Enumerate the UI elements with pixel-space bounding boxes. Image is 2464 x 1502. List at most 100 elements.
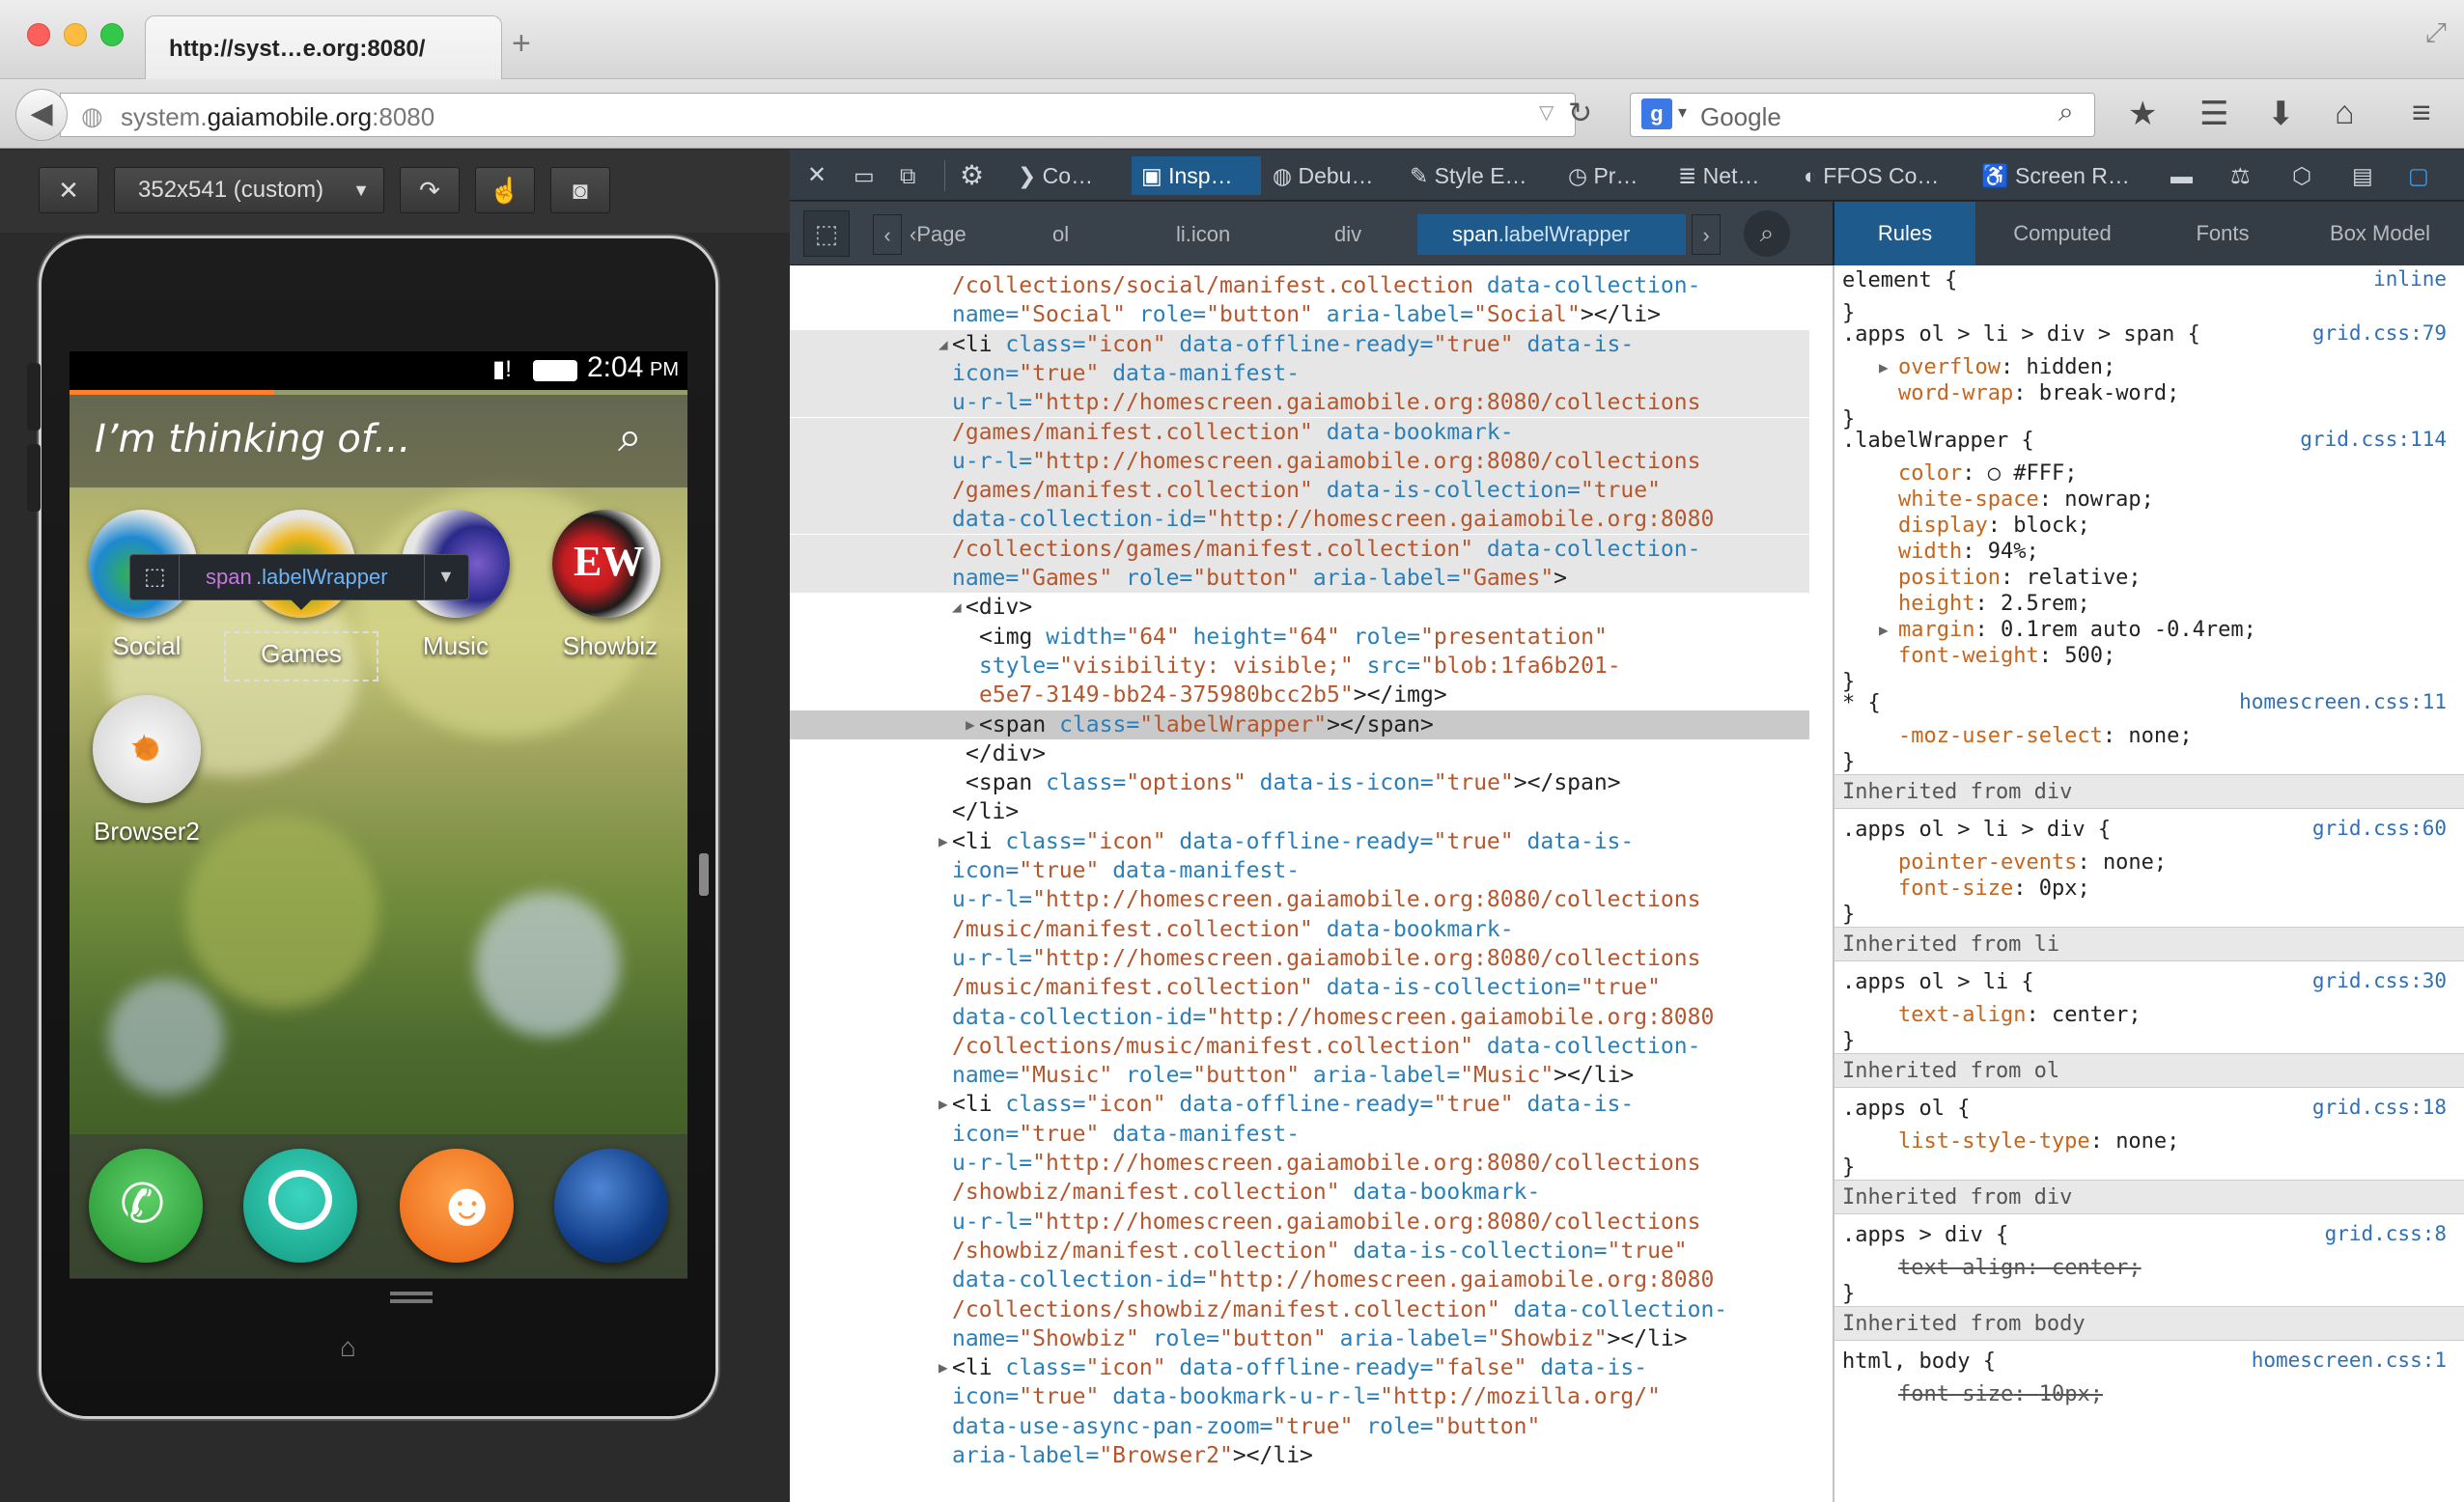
rule-selector[interactable]: .apps ol > li > div { [1842,817,2111,844]
rule-property[interactable]: text-align: center; [1898,1255,2142,1282]
tab-console[interactable]: ❯ Co… [1018,156,1124,195]
markup-line[interactable]: /showbiz/manifest.collection" data-bookm… [790,1178,1809,1207]
site-identity-icon[interactable]: ◍ [81,101,103,131]
scratchpad-icon[interactable]: ▤ [2352,156,2373,195]
property-value[interactable]: ○ #FFF; [1988,461,2078,486]
minimize-window-button[interactable] [64,23,87,46]
size-select[interactable]: 352x541 (custom) ▼ [114,167,384,213]
rule-property[interactable]: -moz-user-select: none; [1898,723,2193,750]
paint-flashing-icon[interactable]: ⚖ [2230,156,2251,195]
property-value[interactable]: block; [2013,514,2089,538]
rule-property[interactable]: text-align: center; [1898,1002,2142,1029]
markup-line[interactable]: <span class="options" data-is-icon="true… [790,768,1809,797]
expand-arrow-icon[interactable]: ▶ [938,827,948,856]
property-name[interactable]: white-space [1898,487,2039,512]
expand-arrow-icon[interactable]: ▶ [938,1090,948,1119]
rule-property[interactable]: height: 2.5rem; [1898,591,2090,618]
tab-box-model[interactable]: Box Model [2296,202,2464,265]
breadcrumb-scroll-left-icon[interactable]: ‹ [873,214,902,255]
tab-ffos-controls[interactable]: ◐ FFOS Co… [1804,156,1968,195]
property-value[interactable]: relative; [2026,566,2141,590]
property-name[interactable]: width [1898,540,1962,564]
rule-selector[interactable]: .apps ol > li > div > span { [1842,321,2200,348]
messages-app-icon[interactable] [243,1149,357,1263]
grip-icon[interactable] [390,1292,433,1295]
rule-property[interactable]: overflow: hidden; [1898,354,2115,381]
property-value[interactable]: none; [2128,724,2192,748]
property-name[interactable]: list-style-type [1898,1129,2090,1154]
tab-screen-reader[interactable]: ♿ Screen R… [1981,156,2145,195]
markup-line[interactable]: </li> [790,797,1809,826]
property-value[interactable]: 94%; [1988,540,2039,564]
markup-line[interactable]: <div> [790,593,1809,622]
zoom-window-button[interactable] [100,23,124,46]
markup-line[interactable]: /collections/showbiz/manifest.collection… [790,1295,1809,1324]
contacts-app-icon[interactable]: ☻ [400,1149,514,1263]
markup-line[interactable]: name="Music" role="button" aria-label="M… [790,1061,1809,1090]
tab-fonts[interactable]: Fonts [2149,202,2296,265]
tab-rules[interactable]: Rules [1834,202,1975,265]
property-value[interactable]: break-word; [2039,381,2180,405]
downloads-icon[interactable]: ⬇ [2267,95,2295,133]
collapse-arrow-icon[interactable]: ◢ [938,330,948,359]
markup-line[interactable]: aria-label="Browser2"></li> [790,1441,1809,1470]
crumb-page[interactable]: ‹Page [910,214,1006,255]
markup-line[interactable]: u-r-l="http://homescreen.gaiamobile.org:… [790,1208,1809,1237]
markup-line[interactable]: /collections/music/manifest.collection" … [790,1032,1809,1061]
markup-line[interactable]: u-r-l="http://homescreen.gaiamobile.org:… [790,1149,1809,1178]
rule-source-link[interactable]: grid.css:30 [2312,969,2447,992]
property-value[interactable]: 10px; [2039,1382,2103,1406]
rule-property[interactable]: list-style-type: none; [1898,1128,2179,1155]
property-name[interactable]: color [1898,461,1962,486]
rule-source-link[interactable]: grid.css:8 [2325,1222,2447,1245]
dock-window-icon[interactable]: ⧉ [900,156,915,195]
rule-selector[interactable]: element { [1842,267,1957,294]
rule-selector[interactable]: .labelWrapper { [1842,428,2034,455]
property-name[interactable]: position [1898,566,2001,590]
rule-source-link[interactable]: grid.css:114 [2300,428,2447,451]
property-name[interactable]: -moz-user-select [1898,724,2103,748]
back-button[interactable]: ◀ [15,89,68,141]
expand-arrow-icon[interactable]: ▶ [966,710,975,739]
dock-bottom-icon[interactable]: ▭ [854,156,875,195]
rule-property[interactable]: display: block; [1898,513,2090,540]
rule-source-link[interactable]: inline [2373,267,2447,291]
markup-line[interactable]: /showbiz/manifest.collection" data-is-co… [790,1237,1809,1266]
crumb-div[interactable]: div [1334,214,1392,255]
home-icon[interactable]: ⌂ [2335,95,2355,132]
fullscreen-icon[interactable]: ⤢ [2425,17,2447,49]
phone-app-icon[interactable]: ✆ [89,1149,203,1263]
rule-selector[interactable]: html, body { [1842,1349,1996,1376]
search-box[interactable]: Google [1630,93,2095,137]
expand-arrow-icon[interactable]: ▶ [1879,354,1889,381]
crumb-span[interactable]: span.labelWrapper [1452,214,1684,255]
markup-line[interactable]: data-collection-id="http://homescreen.ga… [790,1266,1809,1294]
url-bar[interactable]: system.gaiamobile.org:8080 [60,93,1576,137]
markup-line[interactable]: name="Games" role="button" aria-label="G… [790,564,1809,593]
markup-line[interactable]: /games/manifest.collection" data-bookmar… [790,417,1809,447]
rule-selector[interactable]: .apps ol { [1842,1096,1970,1123]
markup-line[interactable]: e5e7-3149-bb24-375980bcc2b5"></img> [790,681,1809,709]
showbiz-app-icon[interactable]: EW [552,510,660,618]
property-name[interactable]: font-weight [1898,644,2039,668]
browser-app-icon[interactable] [554,1149,668,1263]
rule-source-link[interactable]: grid.css:18 [2312,1096,2447,1119]
property-value[interactable]: 0.1rem auto -0.4rem; [2001,618,2256,642]
rule-selector[interactable]: .apps ol > li { [1842,969,2034,996]
markup-line[interactable]: /games/manifest.collection" data-is-coll… [790,476,1809,506]
grip-icon[interactable] [390,1299,433,1303]
rule-source-link[interactable]: grid.css:60 [2312,817,2447,840]
markup-line[interactable]: name="Social" role="button" aria-label="… [790,300,1809,329]
rule-selector[interactable]: .apps > div { [1842,1222,2008,1249]
expand-arrow-icon[interactable]: ▶ [938,1353,948,1382]
property-value[interactable]: nowrap; [2064,487,2154,512]
property-name[interactable]: text-align [1898,1256,2026,1280]
rule-selector[interactable]: * { [1842,690,1881,717]
property-value[interactable]: none; [2103,850,2167,875]
property-name[interactable]: display [1898,514,1988,538]
markup-line[interactable]: data-use-async-pan-zoom="true" role="but… [790,1412,1809,1441]
reload-icon[interactable]: ↻ [1568,97,1592,130]
browser-tab[interactable]: http://syst…e.org:8080/ [145,15,502,79]
search-icon[interactable]: ⌕ [618,413,642,461]
new-tab-button[interactable]: + [512,25,531,63]
